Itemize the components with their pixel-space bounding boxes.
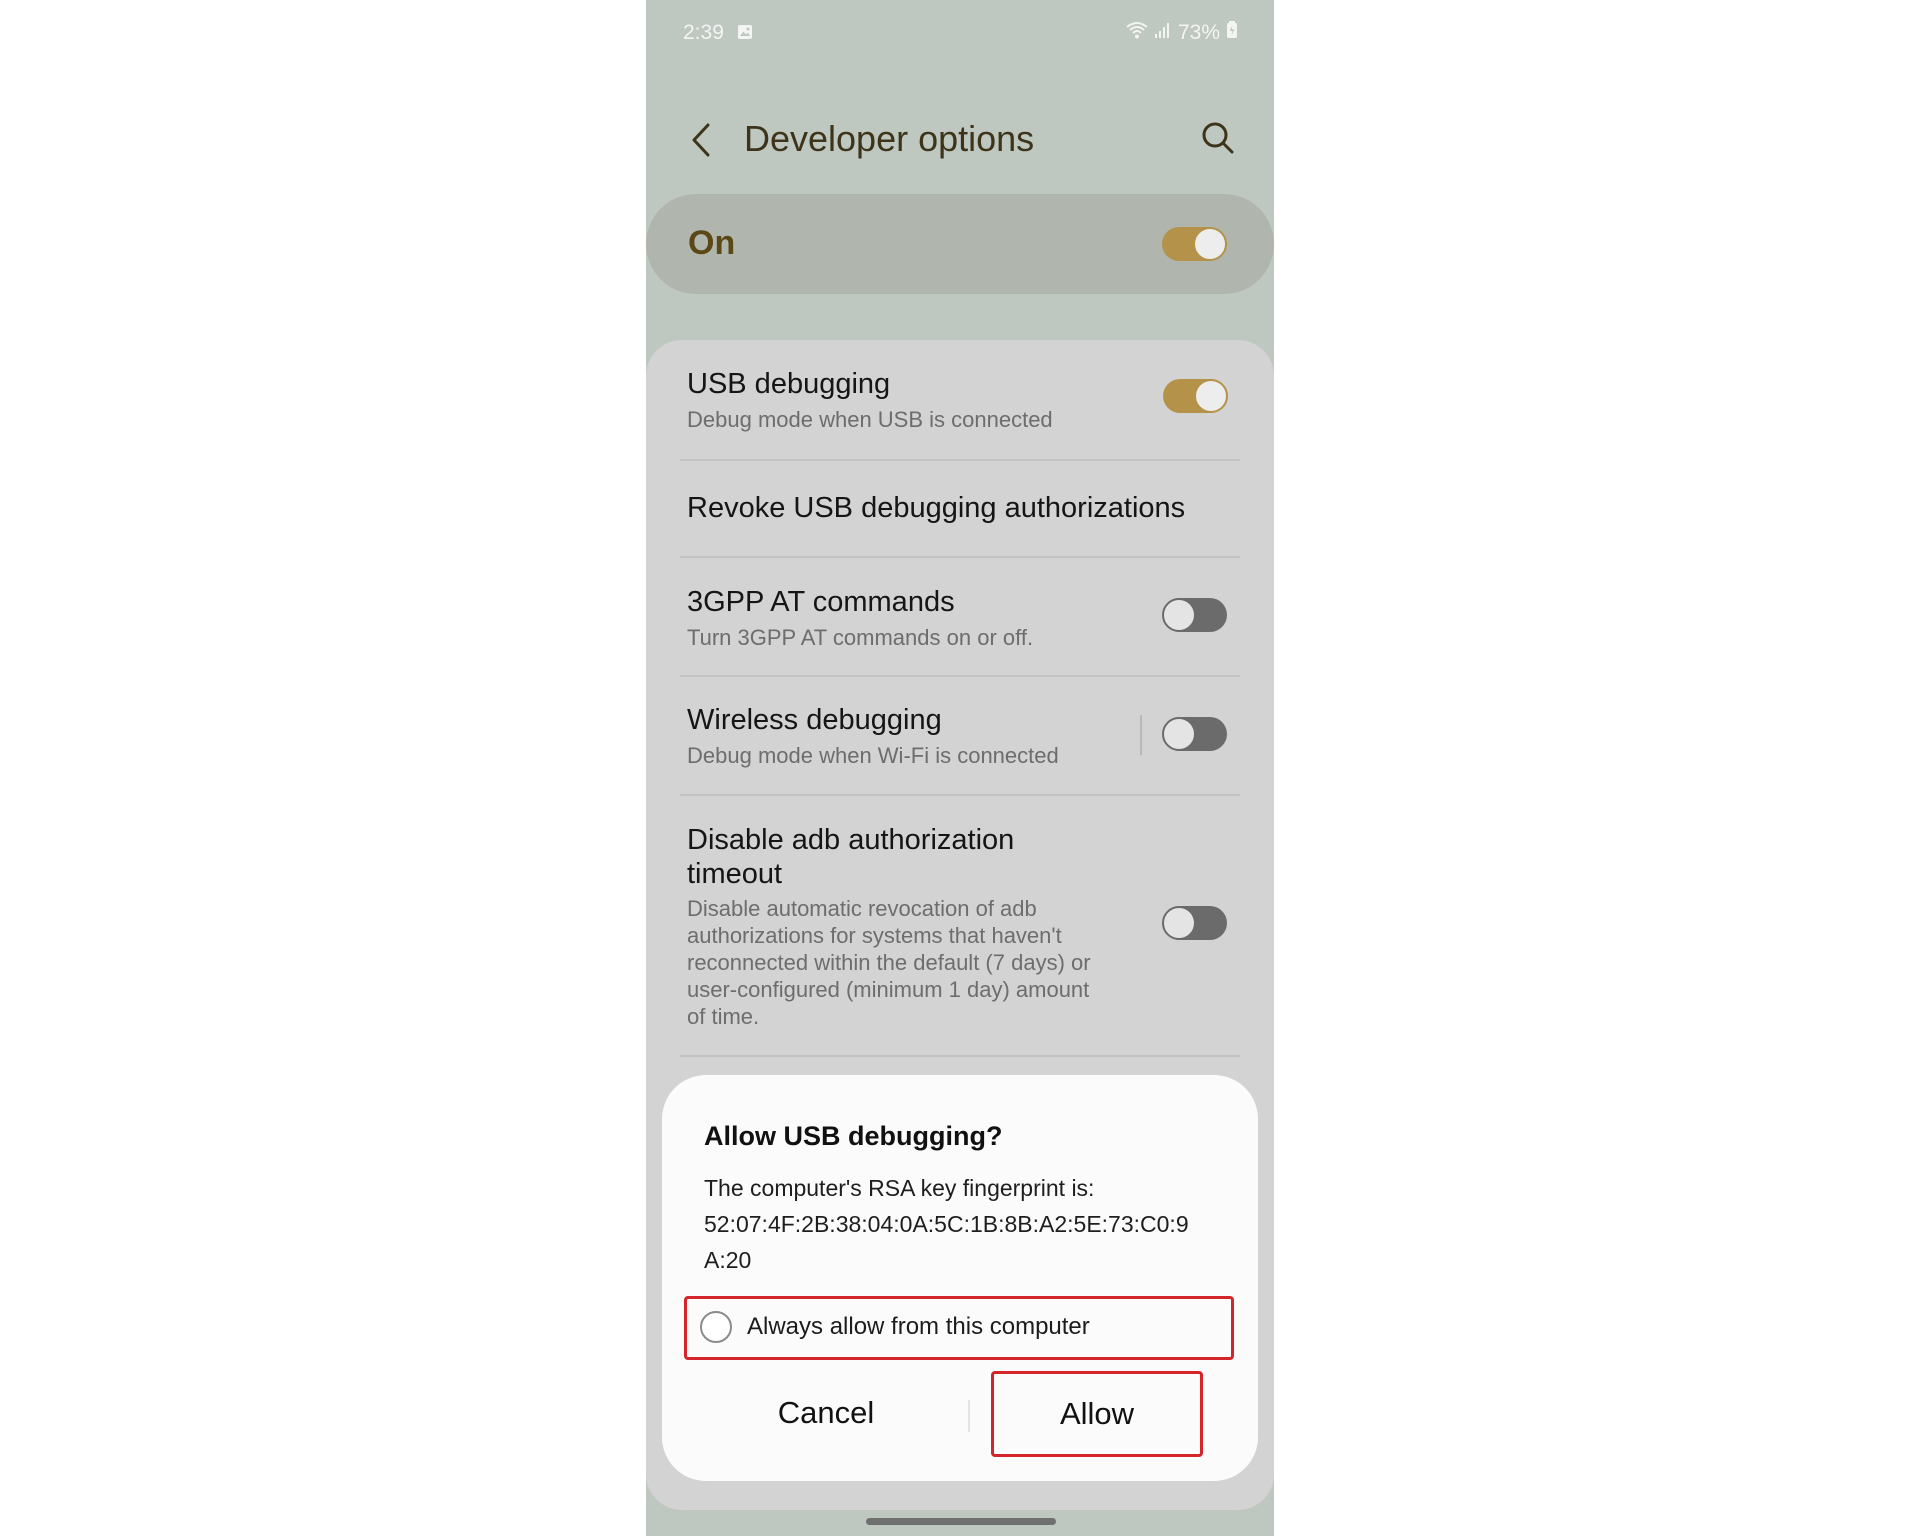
status-time: 2:39 [683,21,724,44]
wifi-icon [1126,21,1148,45]
subtitle-line: Disable automatic revocation of adb [687,896,1037,921]
setting-title: USB debugging [687,368,891,400]
setting-subtitle: Turn 3GPP AT commands on or off. [687,625,1034,650]
status-bar: 2:39 73% [646,0,1274,64]
status-right: 73% [1126,21,1238,45]
usb-debugging-switch[interactable] [1163,379,1228,413]
setting-title: Wireless debugging [687,704,942,736]
master-toggle-row[interactable]: On [646,194,1274,294]
master-toggle-switch[interactable] [1162,227,1227,261]
setting-subtitle: Debug mode when Wi-Fi is connected [687,743,1059,768]
battery-icon [1226,21,1238,45]
setting-disable-adb-timeout[interactable]: Disable adb authorization timeout Disabl… [646,796,1274,1056]
cancel-button[interactable]: Cancel [726,1395,926,1439]
subtitle-line: of time. [687,1004,760,1029]
page-title: Developer options [744,118,1035,159]
setting-revoke-usb-authorizations[interactable]: Revoke USB debugging authorizations [646,461,1274,557]
allow-button[interactable]: Allow [991,1371,1203,1457]
signal-icon [1154,21,1172,45]
setting-subtitle: Disable automatic revocation of adb auth… [687,895,1091,1030]
master-toggle-label: On [688,224,736,262]
button-separator [968,1400,970,1432]
subtitle-line: reconnected within the default (7 days) … [687,950,1091,975]
gallery-icon [737,24,753,45]
dialog-title: Allow USB debugging? [704,1121,1003,1151]
switch-knob [1162,717,1196,751]
switch-knob [1162,906,1196,940]
app-bar: Developer options [646,100,1274,180]
divider [680,1055,1240,1057]
search-icon[interactable] [1198,118,1238,158]
3gpp-switch[interactable] [1162,598,1227,632]
setting-title: Revoke USB debugging authorizations [687,492,1186,524]
always-allow-label: Always allow from this computer [747,1313,1090,1340]
subtitle-line: authorizations for systems that haven't [687,923,1062,948]
switch-knob [1193,227,1227,261]
switch-knob [1194,379,1228,413]
setting-title: 3GPP AT commands [687,586,955,618]
phone-screen: 2:39 73% Developer options On USB debugg… [646,0,1274,1536]
setting-subtitle: Debug mode when USB is connected [687,407,1053,432]
back-icon[interactable] [686,120,718,160]
setting-usb-debugging[interactable]: USB debugging Debug mode when USB is con… [646,340,1274,460]
switch-knob [1162,598,1196,632]
rsa-fingerprint-line: A:20 [704,1247,752,1273]
title-line: Disable adb authorization [687,824,1015,856]
battery-percent: 73% [1177,21,1220,44]
setting-wireless-debugging[interactable]: Wireless debugging Debug mode when Wi-Fi… [646,677,1274,795]
setting-title: Disable adb authorization timeout [687,823,1014,891]
home-indicator[interactable] [866,1518,1056,1525]
setting-3gpp-at-commands[interactable]: 3GPP AT commands Turn 3GPP AT commands o… [646,558,1274,676]
title-line: timeout [687,858,783,890]
adb-timeout-switch[interactable] [1162,906,1227,940]
dialog-body-line: The computer's RSA key fingerprint is: [704,1175,1095,1201]
subtitle-line: user-configured (minimum 1 day) amount [687,977,1090,1002]
vertical-separator [1140,715,1142,755]
dialog-body: The computer's RSA key fingerprint is: 5… [704,1170,1224,1278]
always-allow-checkbox[interactable] [700,1311,732,1343]
always-allow-checkbox-row[interactable]: Always allow from this computer [684,1296,1234,1360]
wireless-debugging-switch[interactable] [1162,717,1227,751]
rsa-fingerprint-line: 52:07:4F:2B:38:04:0A:5C:1B:8B:A2:5E:73:C… [704,1211,1189,1237]
